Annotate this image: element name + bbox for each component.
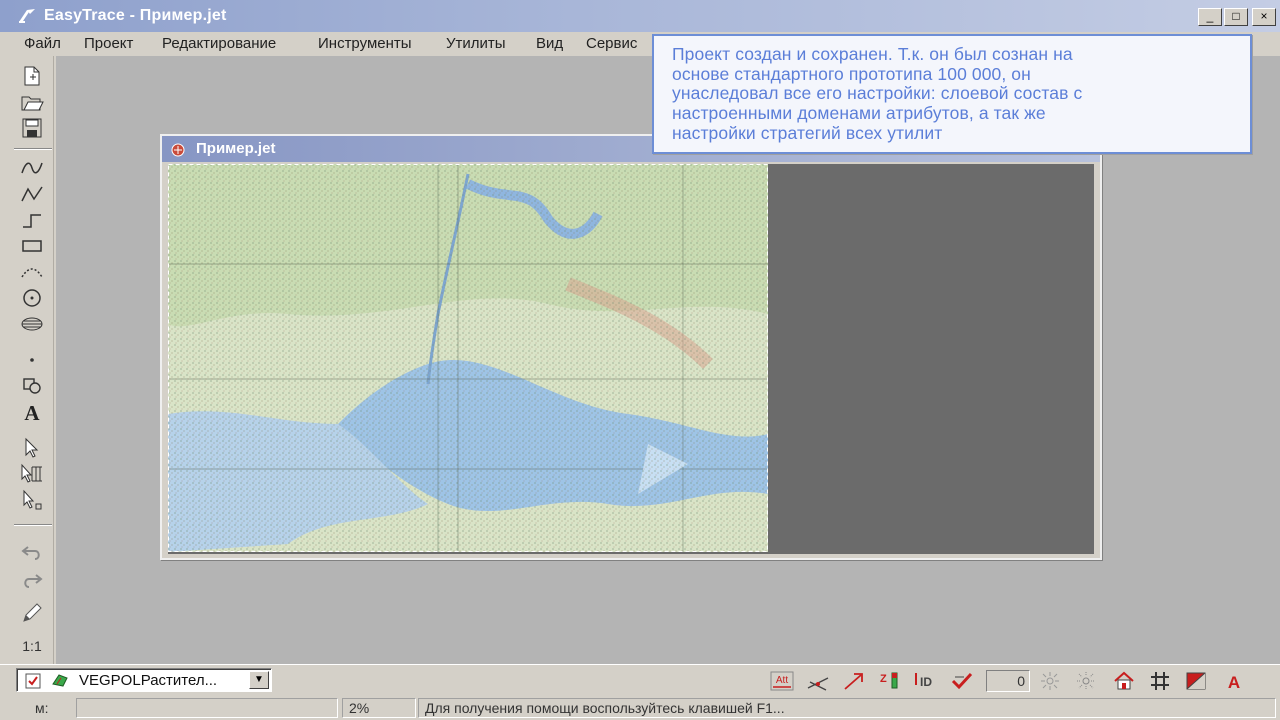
menu-project[interactable]: Проект	[84, 35, 133, 52]
document-icon	[170, 142, 186, 158]
id-value-field[interactable]: 0	[986, 670, 1030, 692]
multi-select-tool-icon[interactable]	[18, 462, 46, 486]
layer-visible-checkbox-icon[interactable]	[25, 673, 41, 689]
sun-icon[interactable]	[1036, 669, 1064, 693]
callout-line: настроенными доменами атрибутов, а так ж…	[672, 103, 1046, 123]
callout-line: основе стандартного прототипа 100 000, о…	[672, 64, 1031, 84]
status-bar: м: 2% Для получения помощи воспользуйтес…	[0, 696, 1280, 720]
map-canvas[interactable]	[168, 164, 1094, 554]
text-style-label: A	[1228, 673, 1240, 692]
status-zoom: 2%	[342, 698, 416, 718]
document-window[interactable]: Пример.jet	[160, 134, 1102, 560]
callout-line: Проект создан и сохранен. Т.к. он был со…	[672, 44, 1073, 64]
menu-file[interactable]: Файл	[24, 35, 61, 52]
menu-service[interactable]: Сервис	[586, 35, 637, 52]
text-style-icon[interactable]: A	[1220, 669, 1248, 693]
app-title-bar[interactable]: EasyTrace - Пример.jet _ □ ×	[0, 0, 1280, 32]
hatch-tool-icon[interactable]	[18, 312, 46, 336]
callout-line: настройки стратегий всех утилит	[672, 123, 943, 143]
redo-icon[interactable]	[18, 568, 46, 592]
symbol-tool-icon[interactable]	[18, 374, 46, 398]
layer-select-value: VEGPOLРастител...	[79, 672, 218, 689]
node-select-tool-icon[interactable]	[18, 488, 46, 512]
dropdown-arrow-icon[interactable]: ▼	[249, 671, 269, 689]
attribute-table-icon[interactable]: Att	[768, 669, 796, 693]
z-label: Z	[880, 673, 887, 685]
att-label: Att	[776, 675, 788, 686]
circle-tool-icon[interactable]	[18, 286, 46, 310]
snap-lines-icon[interactable]	[804, 669, 832, 693]
bottom-toolbar: VEGPOLРастител... ▼ Att Z ID 0 A	[0, 664, 1280, 696]
menu-edit[interactable]: Редактирование	[162, 35, 276, 52]
toolbar-separator	[14, 148, 52, 150]
point-tool-icon[interactable]	[18, 348, 46, 372]
new-project-icon[interactable]	[18, 64, 46, 88]
callout-line: унаследовал все его настройки: слоевой с…	[672, 83, 1083, 103]
grid-hash-icon[interactable]	[1146, 669, 1174, 693]
menu-utilities[interactable]: Утилиты	[446, 35, 506, 52]
svg-text:A: A	[24, 401, 40, 423]
status-progress-panel	[76, 698, 338, 718]
minimize-button[interactable]: _	[1198, 8, 1222, 26]
select-tool-icon[interactable]	[18, 436, 46, 460]
arrow-link-icon[interactable]	[840, 669, 868, 693]
id-icon[interactable]: ID	[912, 669, 940, 693]
app-title: EasyTrace - Пример.jet	[44, 7, 227, 24]
orthogonal-line-tool-icon[interactable]	[18, 208, 46, 232]
sun-outline-icon[interactable]	[1072, 669, 1100, 693]
id-label: ID	[920, 675, 932, 689]
home-vertex-icon[interactable]	[1110, 669, 1138, 693]
save-project-icon[interactable]	[18, 116, 46, 140]
left-toolbar: A 1:1	[12, 56, 54, 664]
undo-icon[interactable]	[18, 540, 46, 564]
rectangle-tool-icon[interactable]	[18, 234, 46, 258]
status-help-text: Для получения помощи воспользуйтесь клав…	[418, 698, 1276, 718]
scale-one-to-one[interactable]: 1:1	[18, 634, 46, 658]
raster-map-image	[168, 164, 768, 552]
layer-polygon-icon	[51, 672, 69, 688]
fill-toggle-icon[interactable]	[1182, 669, 1210, 693]
maximize-button[interactable]: □	[1224, 8, 1248, 26]
polyline-tool-icon[interactable]	[18, 182, 46, 206]
document-title: Пример.jet	[196, 140, 276, 157]
open-project-icon[interactable]	[18, 90, 46, 114]
z-order-icon[interactable]: Z	[876, 669, 904, 693]
pencil-icon[interactable]	[18, 600, 46, 624]
check-icon[interactable]	[948, 669, 976, 693]
layer-select[interactable]: VEGPOLРастител... ▼	[16, 668, 272, 692]
arc-tool-icon[interactable]	[18, 260, 46, 284]
easytrace-app-icon	[18, 8, 36, 24]
close-button[interactable]: ×	[1252, 8, 1276, 26]
spline-tool-icon[interactable]	[18, 156, 46, 180]
menu-tools[interactable]: Инструменты	[318, 35, 412, 52]
info-callout: Проект создан и сохранен. Т.к. он был со…	[652, 34, 1252, 154]
status-mode-label: м:	[35, 700, 49, 716]
text-tool-icon[interactable]: A	[18, 400, 46, 424]
toolbar-separator	[14, 524, 52, 526]
menu-view[interactable]: Вид	[536, 35, 563, 52]
